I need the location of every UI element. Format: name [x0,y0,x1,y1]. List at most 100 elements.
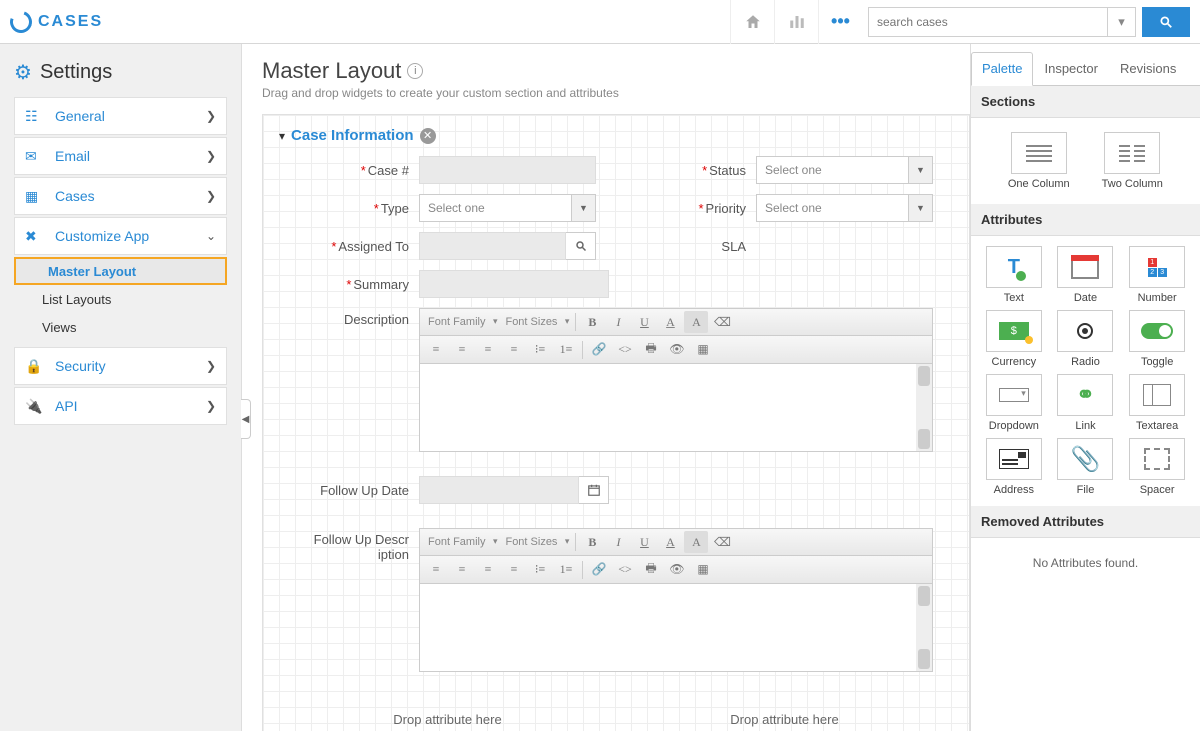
rte-align-center-icon[interactable]: ≡ [450,559,474,581]
rte-print-icon[interactable]: 🖶 [639,559,663,581]
nav-general[interactable]: ☷ General ❯ [14,97,227,135]
rte-print-icon[interactable]: 🖶 [639,339,663,361]
rte-preview-icon[interactable]: 👁 [665,559,689,581]
rte-align-center-icon[interactable]: ≡ [450,339,474,361]
rte-list-ol-icon[interactable]: 1≡ [554,559,578,581]
collapse-arrow-icon[interactable]: ▾ [279,129,285,143]
palette-radio[interactable]: Radio [1053,310,1119,368]
rte-font-sizes[interactable]: Font Sizes [501,536,571,548]
follow-up-descr-editor[interactable]: Font Family Font Sizes B I U A A ⌫ [419,528,933,672]
palette-dropdown[interactable]: Dropdown [981,374,1047,432]
palette-link[interactable]: ⚭Link [1053,374,1119,432]
nav-email[interactable]: ✉ Email ❯ [14,137,227,175]
palette-address[interactable]: Address [981,438,1047,496]
rte-preview-icon[interactable]: 👁 [665,339,689,361]
rte-align-right-icon[interactable]: ≡ [476,559,500,581]
rte-align-justify-icon[interactable]: ≡ [502,559,526,581]
rte-link-icon[interactable]: 🔗 [587,339,611,361]
rte-list-ul-icon[interactable]: ⁝≡ [528,559,552,581]
rte-bold-icon[interactable]: B [580,531,604,553]
rte-color-icon[interactable]: A [658,531,682,553]
palette-one-column[interactable]: One Column [995,132,1083,190]
rte-textarea[interactable] [419,584,933,672]
summary-input[interactable] [419,270,609,298]
type-select[interactable]: Select one▼ [419,194,596,222]
palette-two-column[interactable]: Two Column [1089,132,1177,190]
palette-currency[interactable]: $Currency [981,310,1047,368]
rte-font-family[interactable]: Font Family [424,316,499,328]
home-icon[interactable] [730,0,774,44]
rte-list-ul-icon[interactable]: ⁝≡ [528,339,552,361]
rte-italic-icon[interactable]: I [606,311,630,333]
assigned-to-lookup-icon[interactable] [566,232,596,260]
rte-clear-icon[interactable]: ⌫ [710,311,734,333]
rte-align-left-icon[interactable]: ≡ [424,559,448,581]
assigned-to-input[interactable] [419,232,566,260]
scrollbar[interactable] [916,584,932,671]
rte-align-right-icon[interactable]: ≡ [476,339,500,361]
nav-customize-app[interactable]: ✖ Customize App ⌄ [14,217,227,255]
field-status[interactable]: *Status Select one▼ [636,156,933,184]
description-editor[interactable]: Font Family Font Sizes B I U A A ⌫ [419,308,933,452]
drop-zone-right[interactable]: Drop attribute here [616,702,953,731]
tab-palette[interactable]: Palette [971,52,1033,86]
nav-api[interactable]: 🔌 API ❯ [14,387,227,425]
search-dropdown-icon[interactable]: ▾ [1108,7,1136,37]
palette-number[interactable]: 123Number [1124,246,1190,304]
search-input[interactable] [868,7,1108,37]
reports-icon[interactable] [774,0,818,44]
info-icon[interactable]: i [407,63,423,79]
layout-canvas[interactable]: ▾ Case Information ✕ *Case # *Status Sel… [262,114,970,731]
rte-italic-icon[interactable]: I [606,531,630,553]
palette-textarea[interactable]: Textarea [1124,374,1190,432]
remove-section-icon[interactable]: ✕ [420,128,436,144]
subnav-list-layouts[interactable]: List Layouts [10,285,227,313]
section-header[interactable]: ▾ Case Information ✕ [279,127,953,144]
case-no-input[interactable] [419,156,596,184]
rte-color-icon[interactable]: A [658,311,682,333]
rte-code-icon[interactable]: <> [613,559,637,581]
rte-code-icon[interactable]: <> [613,339,637,361]
rte-bgcolor-icon[interactable]: A [684,531,708,553]
rte-table-icon[interactable]: ▦ [691,339,715,361]
field-type[interactable]: *Type Select one▼ [299,194,596,222]
rte-link-icon[interactable]: 🔗 [587,559,611,581]
rte-align-justify-icon[interactable]: ≡ [502,339,526,361]
follow-up-date-input[interactable] [419,476,579,504]
rte-font-sizes[interactable]: Font Sizes [501,316,571,328]
rte-align-left-icon[interactable]: ≡ [424,339,448,361]
field-description[interactable]: Description Font Family Font Sizes B I U… [299,308,933,452]
rte-bgcolor-icon[interactable]: A [684,311,708,333]
field-follow-up-date[interactable]: Follow Up Date [299,476,933,504]
field-case-no[interactable]: *Case # [299,156,596,184]
calendar-icon[interactable] [579,476,609,504]
nav-security[interactable]: 🔒 Security ❯ [14,347,227,385]
field-sla[interactable]: SLA [636,232,933,260]
scrollbar[interactable] [916,364,932,451]
rte-table-icon[interactable]: ▦ [691,559,715,581]
tab-inspector[interactable]: Inspector [1033,52,1108,85]
drop-zone-left[interactable]: Drop attribute here [279,702,616,731]
palette-file[interactable]: 📎File [1053,438,1119,496]
field-priority[interactable]: *Priority Select one▼ [636,194,933,222]
rte-underline-icon[interactable]: U [632,311,656,333]
palette-toggle[interactable]: Toggle [1124,310,1190,368]
search-button[interactable] [1142,7,1190,37]
rte-textarea[interactable] [419,364,933,452]
rte-clear-icon[interactable]: ⌫ [710,531,734,553]
rte-underline-icon[interactable]: U [632,531,656,553]
rte-font-family[interactable]: Font Family [424,536,499,548]
rte-list-ol-icon[interactable]: 1≡ [554,339,578,361]
palette-text[interactable]: Text [981,246,1047,304]
status-select[interactable]: Select one▼ [756,156,933,184]
nav-cases[interactable]: ▦ Cases ❯ [14,177,227,215]
subnav-master-layout[interactable]: Master Layout [14,257,227,285]
palette-date[interactable]: Date [1053,246,1119,304]
subnav-views[interactable]: Views [10,313,227,341]
tab-revisions[interactable]: Revisions [1109,52,1187,85]
more-icon[interactable]: ••• [818,0,862,44]
field-summary[interactable]: *Summary [299,270,933,298]
priority-select[interactable]: Select one▼ [756,194,933,222]
field-assigned-to[interactable]: *Assigned To [299,232,596,260]
rte-bold-icon[interactable]: B [580,311,604,333]
